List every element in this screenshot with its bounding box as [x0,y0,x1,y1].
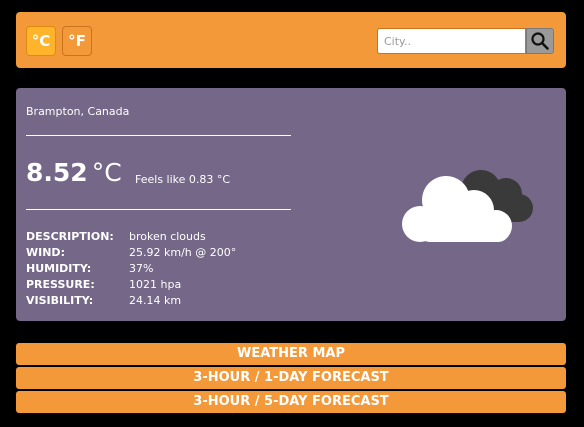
top-toolbar: °C °F [16,12,566,68]
detail-row-humidity: HUMIDITY: 37% [26,261,326,277]
five-day-forecast-button[interactable]: 3-HOUR / 5-DAY FORECAST [16,391,566,413]
weather-details: DESCRIPTION: broken clouds WIND: 25.92 k… [26,229,326,309]
city-search-input[interactable] [377,28,526,54]
detail-value: 24.14 km [129,294,182,307]
detail-key: DESCRIPTION: [26,230,114,243]
detail-value: 1021 hpa [129,278,182,291]
detail-row-visibility: VISIBILITY: 24.14 km [26,293,326,309]
celsius-button[interactable]: °C [26,26,56,56]
divider [26,135,291,136]
current-weather-card: Brampton, Canada 8.52 °C Feels like 0.83 … [16,88,566,321]
detail-row-pressure: PRESSURE: 1021 hpa [26,277,326,293]
feels-like-label: Feels like 0.83 °C [135,173,231,186]
search-button[interactable] [526,28,554,54]
broken-clouds-icon [402,170,533,242]
detail-row-description: DESCRIPTION: broken clouds [26,229,326,245]
detail-key: VISIBILITY: [26,294,94,307]
search-icon [531,32,549,50]
one-day-forecast-button[interactable]: 3-HOUR / 1-DAY FORECAST [16,367,566,389]
detail-value: broken clouds [129,230,206,243]
temperature-value: 8.52 [26,158,88,187]
divider [26,209,291,210]
detail-row-wind: WIND: 25.92 km/h @ 200° [26,245,326,261]
detail-key: HUMIDITY: [26,262,92,275]
weather-map-button[interactable]: WEATHER MAP [16,343,566,365]
fahrenheit-button[interactable]: °F [62,26,92,56]
detail-key: PRESSURE: [26,278,95,291]
location-label: Brampton, Canada [26,105,130,118]
temperature-unit: °C [91,158,122,187]
detail-value: 25.92 km/h @ 200° [129,246,237,259]
temperature-display: 8.52 °C [26,158,122,188]
detail-value: 37% [129,262,154,275]
detail-key: WIND: [26,246,65,259]
